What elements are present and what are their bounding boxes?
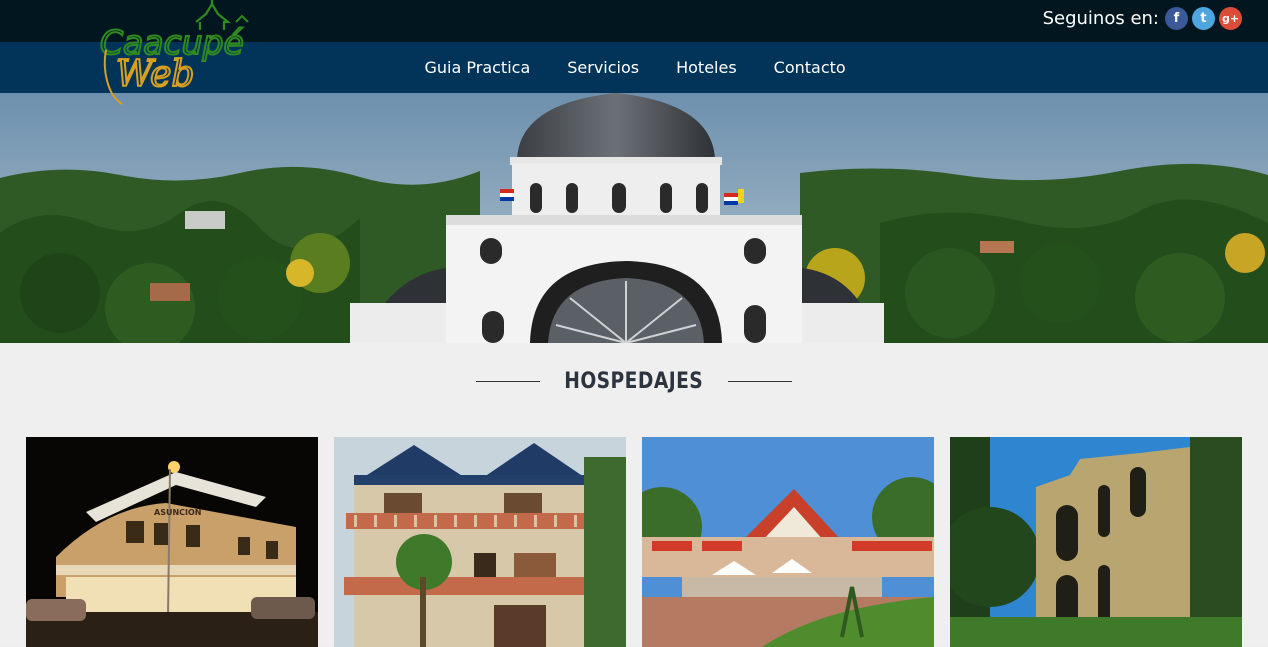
- section-title: HOSPEDAJES: [564, 369, 704, 394]
- card-hotel-balconies[interactable]: [334, 437, 626, 647]
- nav-item-hoteles[interactable]: Hoteles: [658, 58, 756, 77]
- heading-rule-left: [476, 381, 541, 382]
- hotel-balconies-photo: [334, 437, 626, 647]
- google-plus-icon[interactable]: g+: [1219, 7, 1242, 30]
- twitter-icon[interactable]: t: [1192, 7, 1215, 30]
- hotel-cards: ASUNCION: [26, 437, 1242, 647]
- logo-graphic: Caacupé Web: [99, 0, 249, 105]
- nav-item-contacto[interactable]: Contacto: [755, 58, 864, 77]
- cathedral-photo: [0, 93, 1268, 343]
- heading-rule-right: [727, 381, 792, 382]
- nav-item-guia-practica[interactable]: Guia Practica: [406, 58, 549, 77]
- main-nav: Guia Practica Servicios Hoteles Contacto: [406, 42, 864, 93]
- card-hotel-asuncion[interactable]: ASUNCION: [26, 437, 318, 647]
- svg-text:ASUNCION: ASUNCION: [154, 508, 202, 517]
- hero-banner: [0, 93, 1268, 343]
- hotel-night-photo: ASUNCION: [26, 437, 318, 647]
- card-stone-ruins[interactable]: [950, 437, 1242, 647]
- section-heading: HOSPEDAJES: [0, 369, 1268, 394]
- logo-subword: Web: [116, 54, 194, 95]
- card-hotel-resort[interactable]: [642, 437, 934, 647]
- site-logo[interactable]: Caacupé Web: [96, 0, 266, 110]
- facebook-icon[interactable]: f: [1165, 7, 1188, 30]
- hospedajes-section: HOSPEDAJES ASUNCION: [0, 343, 1268, 647]
- social-follow: Seguinos en: f t g+: [1043, 7, 1242, 30]
- follow-label: Seguinos en:: [1042, 8, 1159, 29]
- hotel-resort-photo: [642, 437, 934, 647]
- stone-ruins-photo: [950, 437, 1242, 647]
- nav-item-servicios[interactable]: Servicios: [549, 58, 658, 77]
